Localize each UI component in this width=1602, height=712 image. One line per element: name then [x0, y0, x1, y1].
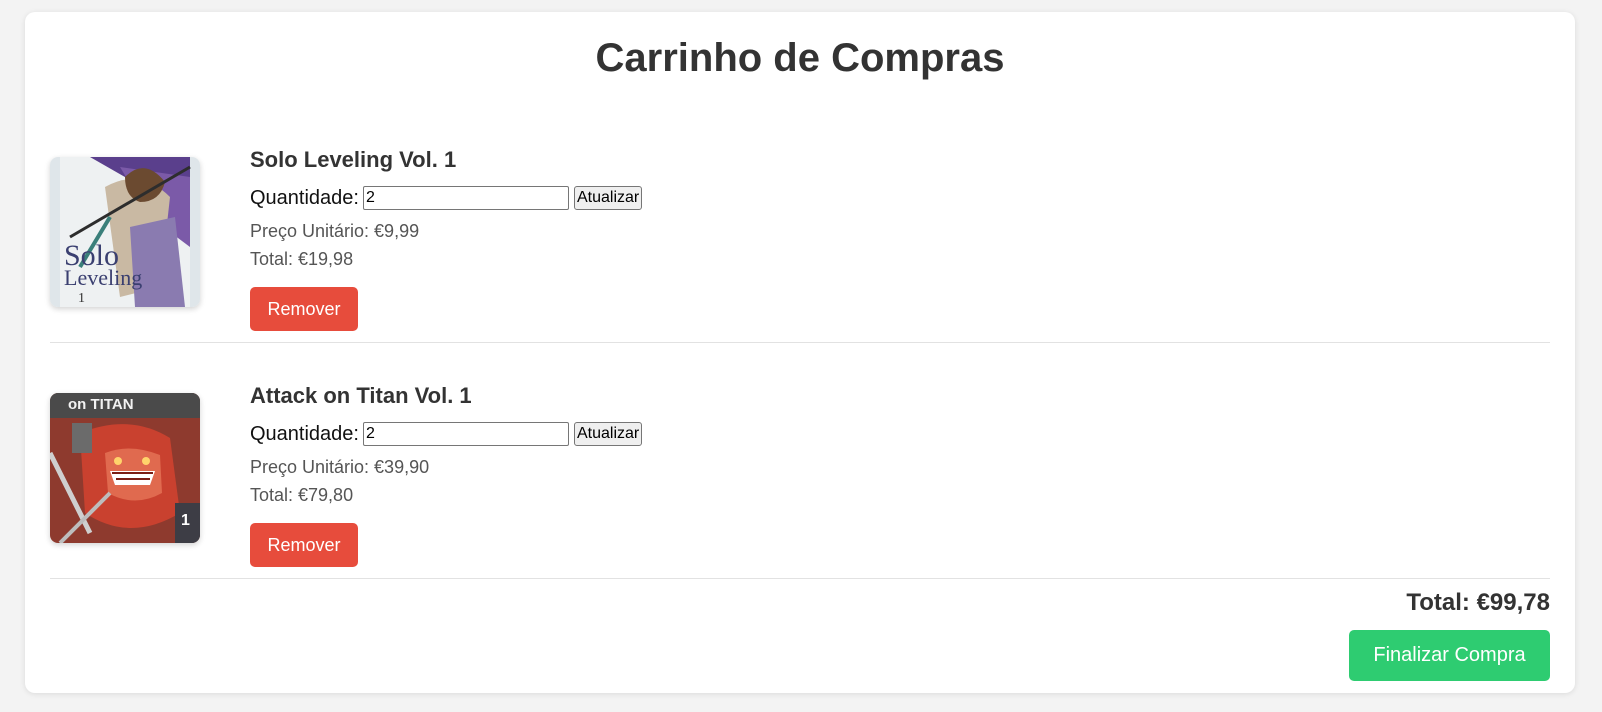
- cart-container: Carrinho de Compras Solo Leveling 1 Solo…: [25, 12, 1575, 693]
- quantity-input[interactable]: [362, 422, 569, 447]
- cover-volume: 1: [78, 291, 85, 306]
- remove-button[interactable]: Remover: [250, 287, 358, 332]
- item-title: Attack on Titan Vol. 1: [250, 383, 472, 408]
- item-total: Total: €79,80: [250, 485, 354, 506]
- item-title: Solo Leveling Vol. 1: [250, 147, 457, 172]
- cart-total: Total: €99,78: [1406, 589, 1550, 616]
- item-total: Total: €19,98: [250, 249, 354, 270]
- quantity-row: Quantidade: Atualizar: [250, 185, 643, 211]
- cover-title-line2: Leveling: [64, 265, 142, 290]
- cover-volume: 1: [181, 512, 190, 529]
- quantity-row: Quantidade: Atualizar: [250, 421, 643, 447]
- quantity-input[interactable]: [362, 186, 569, 211]
- cart-item: on TITAN 1 Attack on Titan Vol. 1 Quanti…: [50, 368, 1550, 579]
- product-image[interactable]: Solo Leveling 1: [50, 157, 200, 307]
- product-image[interactable]: on TITAN 1: [50, 393, 200, 543]
- update-button[interactable]: Atualizar: [573, 422, 643, 447]
- update-button[interactable]: Atualizar: [573, 186, 643, 211]
- quantity-label: Quantidade:: [250, 422, 359, 445]
- cover-title-top: on TITAN: [68, 396, 134, 413]
- quantity-label: Quantidade:: [250, 186, 359, 209]
- checkout-button[interactable]: Finalizar Compra: [1349, 630, 1550, 681]
- remove-button[interactable]: Remover: [250, 523, 358, 568]
- item-info: Solo Leveling Vol. 1 Quantidade: Atualiz…: [250, 147, 643, 332]
- cart-item: Solo Leveling 1 Solo Leveling Vol. 1 Qua…: [50, 132, 1550, 343]
- page-title: Carrinho de Compras: [595, 36, 1005, 80]
- item-info: Attack on Titan Vol. 1 Quantidade: Atual…: [250, 383, 643, 568]
- unit-price: Preço Unitário: €39,90: [250, 457, 430, 478]
- unit-price: Preço Unitário: €9,99: [250, 221, 420, 242]
